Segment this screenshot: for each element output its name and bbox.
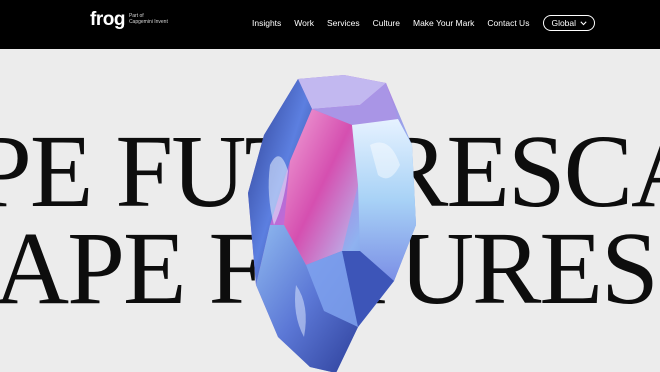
logo-tagline: Part of Capgemini Invent [129,13,168,25]
nav-insights[interactable]: Insights [252,18,281,29]
region-label: Global [551,18,577,28]
nav-services[interactable]: Services [327,18,360,29]
iridescent-crystal-image [248,75,416,372]
nav-work[interactable]: Work [294,18,314,29]
nav-contact-us[interactable]: Contact Us [487,18,529,29]
nav-culture[interactable]: Culture [373,18,400,29]
main-nav: Insights Work Services Culture Make Your… [252,15,596,31]
frog-logo[interactable]: frog Part of Capgemini Invent [90,9,168,31]
chevron-down-icon [580,20,587,25]
logo-wordmark: frog [90,9,125,30]
hero-section: PE FUTURESCA APE FUTURES [0,49,660,372]
nav-make-your-mark[interactable]: Make Your Mark [413,18,474,29]
logo-tagline-line2: Capgemini Invent [128,19,168,25]
top-navigation-bar: frog Part of Capgemini Invent Insights W… [0,0,660,49]
region-selector-button[interactable]: Global [543,15,596,31]
